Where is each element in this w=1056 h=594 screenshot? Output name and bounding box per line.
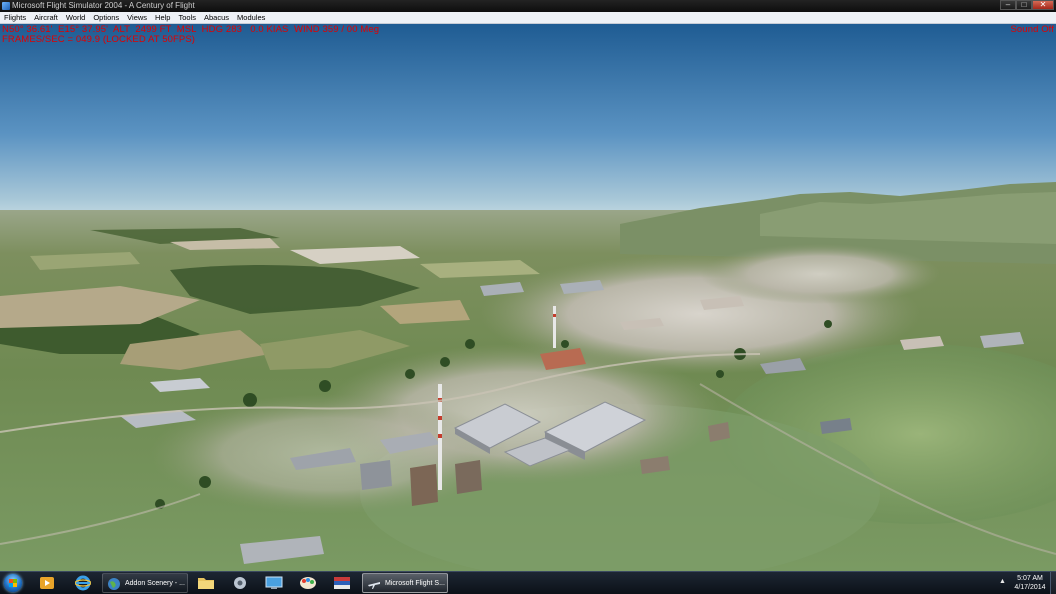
media-player-icon[interactable]	[34, 574, 60, 592]
task-flight-simulator[interactable]: Microsoft Flight S...	[362, 573, 448, 593]
menu-bar: Flights Aircraft World Options Views Hel…	[0, 12, 1056, 24]
window-title-bar[interactable]: Microsoft Flight Simulator 2004 - A Cent…	[0, 0, 1056, 12]
task-addon-scenery[interactable]: Addon Scenery - ...	[102, 573, 188, 593]
menu-tools[interactable]: Tools	[174, 12, 200, 23]
start-button[interactable]	[4, 574, 22, 592]
screen: Microsoft Flight Simulator 2004 - A Cent…	[0, 0, 1056, 594]
minimize-button[interactable]: –	[1000, 0, 1016, 10]
task-label: Microsoft Flight S...	[385, 580, 445, 587]
menu-options[interactable]: Options	[89, 12, 123, 23]
remote-desktop-icon[interactable]	[261, 574, 287, 592]
menu-abacus[interactable]: Abacus	[200, 12, 233, 23]
globe-icon	[108, 578, 120, 590]
window-controls: – □ ✕	[1000, 0, 1054, 10]
taskbar: Addon Scenery - ... Microsoft Flight S..…	[0, 571, 1056, 594]
paint-icon[interactable]	[295, 574, 321, 592]
menu-aircraft[interactable]: Aircraft	[30, 12, 62, 23]
folder-icon[interactable]	[193, 574, 219, 592]
internet-explorer-icon[interactable]	[70, 574, 96, 592]
menu-views[interactable]: Views	[123, 12, 151, 23]
menu-help[interactable]: Help	[151, 12, 174, 23]
sky	[0, 24, 1056, 224]
menu-flights[interactable]: Flights	[0, 12, 30, 23]
show-hidden-icons-button[interactable]: ▲	[999, 578, 1006, 585]
flight-3d-view[interactable]: N50° 36.61' E15° 37.95' ALT 2499 FT MSL …	[0, 24, 1056, 571]
hud-sound-status: Sound Off	[1010, 24, 1054, 35]
app-icon	[2, 2, 10, 10]
settings-tool-icon[interactable]	[227, 574, 253, 592]
system-clock[interactable]: 5:07 AM 4/17/2014	[1010, 574, 1050, 592]
clock-time: 5:07 AM	[1017, 575, 1043, 582]
show-desktop-button[interactable]	[1050, 572, 1056, 594]
maximize-button[interactable]: □	[1016, 0, 1032, 10]
task-label: Addon Scenery - ...	[125, 580, 185, 587]
menu-world[interactable]: World	[62, 12, 89, 23]
flag-app-icon[interactable]	[329, 574, 355, 592]
window-title: Microsoft Flight Simulator 2004 - A Cent…	[12, 1, 195, 10]
close-button[interactable]: ✕	[1032, 0, 1054, 10]
scenery-render	[0, 24, 1056, 571]
airplane-icon	[368, 582, 380, 589]
menu-modules[interactable]: Modules	[233, 12, 269, 23]
clock-date: 4/17/2014	[1014, 584, 1046, 591]
hud-framerate-readout: FRAMES/SEC = 049.9 (LOCKED AT 50FPS)	[2, 34, 196, 45]
